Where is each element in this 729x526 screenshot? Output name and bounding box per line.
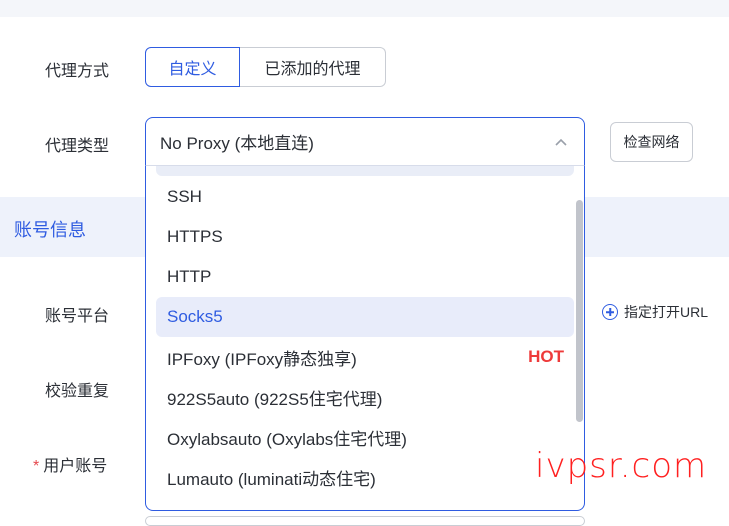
proxy-type-label: 代理类型	[45, 138, 110, 155]
proxy-type-select[interactable]: No Proxy (本地直连)	[145, 117, 585, 166]
plus-circle-icon	[602, 304, 618, 320]
required-asterisk: *	[33, 458, 40, 475]
chevron-up-icon	[555, 138, 567, 146]
username-label: * 用户账号	[33, 458, 108, 475]
dropdown-option[interactable]: HTTP	[156, 257, 574, 297]
dedupe-label: 校验重复	[45, 383, 110, 400]
proxy-type-value: No Proxy (本地直连)	[160, 134, 314, 153]
dropdown-option[interactable]: Oxylabsauto (Oxylabs住宅代理)	[156, 417, 574, 457]
dropdown-option[interactable]: SSH	[156, 177, 574, 217]
open-url-label: 指定打开URL	[624, 304, 709, 320]
username-input[interactable]	[145, 516, 585, 526]
proxy-type-dropdown: SSH HTTPS HTTP Socks5 IPFoxy (IPFoxy静态独享…	[145, 165, 585, 511]
dropdown-scrolled-item	[156, 166, 574, 176]
section-title: 账号信息	[14, 220, 86, 240]
dropdown-option-selected[interactable]: Socks5	[156, 297, 574, 337]
dropdown-option[interactable]: 922S5auto (922S5住宅代理)	[156, 377, 574, 417]
hot-badge: HOT	[528, 347, 564, 366]
dropdown-option[interactable]: Lumauto (luminati动态住宅)	[156, 457, 574, 497]
proxy-mode-added-button[interactable]: 已添加的代理	[240, 47, 386, 87]
check-network-button[interactable]: 检查网络	[610, 122, 693, 162]
dropdown-scrollbar[interactable]	[576, 200, 583, 422]
proxy-mode-label: 代理方式	[45, 63, 110, 80]
platform-label: 账号平台	[45, 308, 110, 325]
open-url-link[interactable]: 指定打开URL	[602, 302, 708, 322]
dropdown-option[interactable]: IPFoxy (IPFoxy静态独享) HOT	[156, 337, 574, 377]
proxy-mode-segmented: 自定义 已添加的代理	[145, 47, 386, 87]
dropdown-option[interactable]: HTTPS	[156, 217, 574, 257]
watermark: ivpsr.com	[535, 446, 708, 486]
proxy-mode-custom-button[interactable]: 自定义	[145, 47, 240, 87]
top-band	[0, 0, 729, 17]
